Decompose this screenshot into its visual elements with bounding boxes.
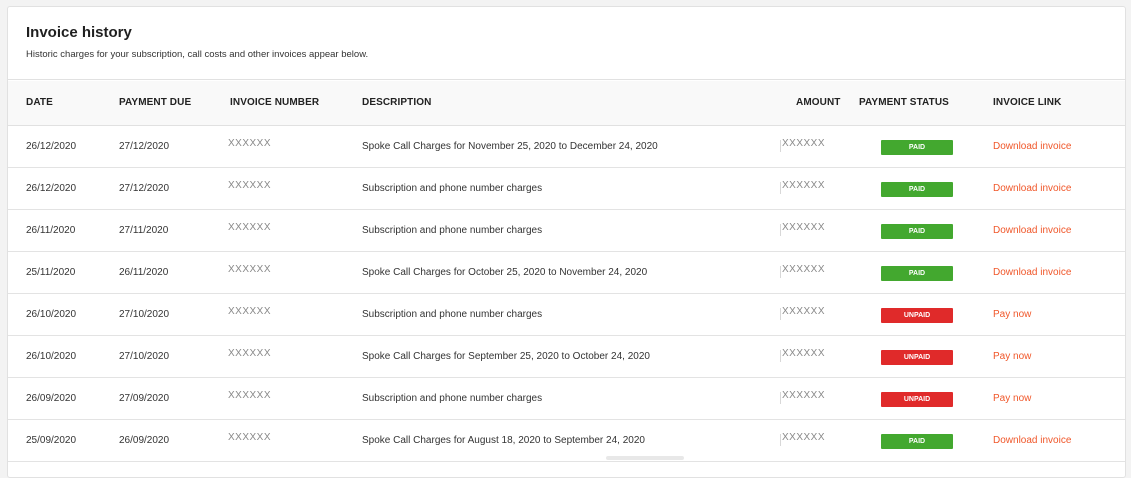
column-header-date: DATE — [26, 97, 53, 108]
cell-invoice-number: XXXXXX — [228, 264, 272, 275]
cell-divider — [780, 308, 781, 320]
cell-divider — [780, 350, 781, 362]
status-badge: PAID — [881, 224, 953, 239]
cell-invoice-number: XXXXXX — [228, 180, 272, 191]
cell-amount: XXXXXX — [782, 390, 826, 401]
cell-invoice-number: XXXXXX — [228, 138, 272, 149]
invoice-table: DATE PAYMENT DUE INVOICE NUMBER DESCRIPT… — [8, 81, 1125, 462]
cell-payment-due: 27/12/2020 — [119, 183, 170, 194]
cell-divider — [780, 434, 781, 446]
page-subtitle: Historic charges for your subscription, … — [26, 49, 369, 60]
cell-description: Subscription and phone number charges — [362, 225, 543, 236]
column-header-payment-status: PAYMENT STATUS — [859, 97, 949, 108]
download-invoice-link[interactable]: Download invoice — [993, 183, 1071, 194]
card-header: Invoice history Historic charges for you… — [8, 7, 1125, 80]
cell-date: 26/12/2020 — [26, 141, 77, 152]
cell-description: Spoke Call Charges for November 25, 2020… — [362, 141, 658, 152]
cell-invoice-number: XXXXXX — [228, 306, 272, 317]
cell-amount: XXXXXX — [782, 264, 826, 275]
cell-description: Subscription and phone number charges — [362, 393, 543, 404]
cell-payment-due: 27/12/2020 — [119, 141, 170, 152]
cell-date: 26/10/2020 — [26, 309, 77, 320]
cell-date: 26/12/2020 — [26, 183, 77, 194]
scroll-indicator[interactable] — [606, 456, 684, 460]
column-header-amount: AMOUNT — [796, 97, 841, 108]
page-title: Invoice history — [26, 24, 132, 41]
cell-divider — [780, 224, 781, 236]
cell-date: 25/11/2020 — [26, 267, 76, 278]
status-badge: UNPAID — [881, 350, 953, 365]
column-header-payment-due: PAYMENT DUE — [119, 97, 192, 108]
pay-now-link[interactable]: Pay now — [993, 309, 1031, 320]
cell-payment-due: 27/09/2020 — [119, 393, 170, 404]
cell-divider — [780, 140, 781, 152]
download-invoice-link[interactable]: Download invoice — [993, 225, 1071, 236]
status-badge: PAID — [881, 182, 953, 197]
cell-date: 25/09/2020 — [26, 435, 77, 446]
cell-divider — [780, 392, 781, 404]
cell-description: Spoke Call Charges for August 18, 2020 t… — [362, 435, 645, 446]
table-row: 26/09/2020 27/09/2020 XXXXXX Subscriptio… — [8, 378, 1125, 420]
table-header: DATE PAYMENT DUE INVOICE NUMBER DESCRIPT… — [8, 81, 1125, 126]
cell-payment-due: 27/10/2020 — [119, 309, 170, 320]
cell-description: Subscription and phone number charges — [362, 309, 543, 320]
cell-payment-due: 26/11/2020 — [119, 267, 169, 278]
cell-date: 26/11/2020 — [26, 225, 76, 236]
status-badge: PAID — [881, 434, 953, 449]
table-row: 25/09/2020 26/09/2020 XXXXXX Spoke Call … — [8, 420, 1125, 462]
cell-amount: XXXXXX — [782, 348, 826, 359]
cell-amount: XXXXXX — [782, 138, 826, 149]
table-row: 25/11/2020 26/11/2020 XXXXXX Spoke Call … — [8, 252, 1125, 294]
table-row: 26/10/2020 27/10/2020 XXXXXX Spoke Call … — [8, 336, 1125, 378]
cell-amount: XXXXXX — [782, 306, 826, 317]
table-row: 26/12/2020 27/12/2020 XXXXXX Spoke Call … — [8, 126, 1125, 168]
download-invoice-link[interactable]: Download invoice — [993, 435, 1071, 446]
cell-amount: XXXXXX — [782, 222, 826, 233]
column-header-description: DESCRIPTION — [362, 97, 432, 108]
column-header-invoice-link: INVOICE LINK — [993, 97, 1062, 108]
table-body: 26/12/2020 27/12/2020 XXXXXX Spoke Call … — [8, 126, 1125, 462]
cell-payment-due: 26/09/2020 — [119, 435, 170, 446]
pay-now-link[interactable]: Pay now — [993, 393, 1031, 404]
pay-now-link[interactable]: Pay now — [993, 351, 1031, 362]
table-row: 26/11/2020 27/11/2020 XXXXXX Subscriptio… — [8, 210, 1125, 252]
cell-divider — [780, 182, 781, 194]
cell-invoice-number: XXXXXX — [228, 432, 272, 443]
cell-invoice-number: XXXXXX — [228, 222, 272, 233]
cell-date: 26/10/2020 — [26, 351, 77, 362]
cell-payment-due: 27/10/2020 — [119, 351, 170, 362]
status-badge: PAID — [881, 140, 953, 155]
status-badge: UNPAID — [881, 392, 953, 407]
cell-payment-due: 27/11/2020 — [119, 225, 169, 236]
cell-amount: XXXXXX — [782, 180, 826, 191]
cell-description: Spoke Call Charges for October 25, 2020 … — [362, 267, 648, 278]
cell-invoice-number: XXXXXX — [228, 390, 272, 401]
status-badge: PAID — [881, 266, 953, 281]
cell-date: 26/09/2020 — [26, 393, 77, 404]
column-header-invoice-number: INVOICE NUMBER — [230, 97, 320, 108]
cell-invoice-number: XXXXXX — [228, 348, 272, 359]
download-invoice-link[interactable]: Download invoice — [993, 141, 1071, 152]
table-row: 26/12/2020 27/12/2020 XXXXXX Subscriptio… — [8, 168, 1125, 210]
cell-amount: XXXXXX — [782, 432, 826, 443]
table-row: 26/10/2020 27/10/2020 XXXXXX Subscriptio… — [8, 294, 1125, 336]
cell-description: Spoke Call Charges for September 25, 202… — [362, 351, 650, 362]
status-badge: UNPAID — [881, 308, 953, 323]
invoice-history-card: Invoice history Historic charges for you… — [7, 6, 1126, 478]
cell-divider — [780, 266, 781, 278]
download-invoice-link[interactable]: Download invoice — [993, 267, 1071, 278]
cell-description: Subscription and phone number charges — [362, 183, 543, 194]
